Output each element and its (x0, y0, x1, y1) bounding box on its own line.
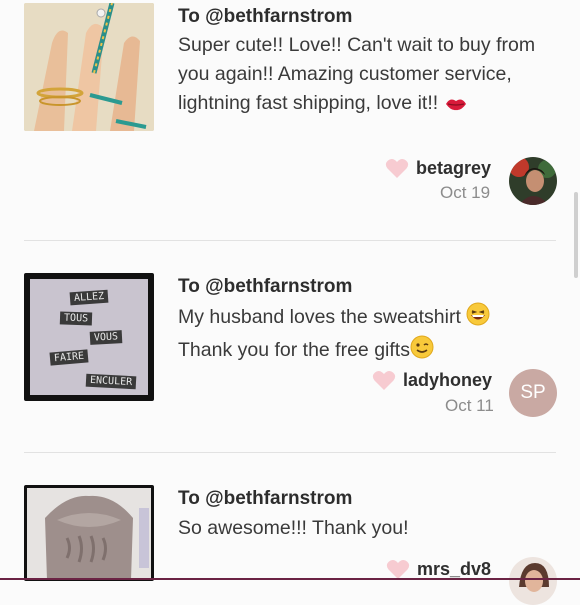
scrollbar[interactable] (574, 192, 578, 278)
review-text-line: Thank you for the free gifts (178, 339, 410, 361)
shirt-word: TOUS (59, 311, 93, 326)
review-text-line: My husband loves the sweatshirt (178, 306, 461, 328)
review-recipient[interactable]: To @bethfarnstrom (178, 276, 352, 298)
shirt-word: ALLEZ (69, 289, 109, 306)
like-heart-icon[interactable] (372, 369, 396, 391)
review-text: So awesome!!! Thank you! (178, 514, 563, 543)
shirt-word: FAIRE (49, 349, 89, 366)
avatar[interactable]: SP (509, 369, 557, 417)
shirt-word: ENCULER (85, 373, 137, 390)
review-date: Oct 19 (440, 183, 491, 202)
avatar[interactable] (509, 557, 557, 605)
review-thumbnail[interactable] (24, 3, 154, 131)
grinning-face-icon (466, 302, 490, 335)
review-thumbnail[interactable]: ALLEZ TOUS VOUS FAIRE ENCULER (24, 273, 154, 401)
reviewer-username[interactable]: betagrey (416, 158, 491, 179)
user-photo-icon (509, 157, 557, 205)
rings-on-hand-photo-icon (24, 3, 154, 131)
avatar-initials: SP (520, 382, 546, 403)
like-heart-icon[interactable] (385, 157, 409, 179)
sweatshirt-photo: ALLEZ TOUS VOUS FAIRE ENCULER (30, 279, 148, 395)
review-item: ALLEZ TOUS VOUS FAIRE ENCULER To @bethfa… (0, 241, 580, 452)
review-recipient[interactable]: To @bethfarnstrom (178, 6, 352, 28)
reviewer-username[interactable]: mrs_dv8 (417, 559, 491, 580)
shirt-word: VOUS (89, 330, 123, 345)
like-heart-icon[interactable] (386, 558, 410, 580)
review-item: To @bethfarnstrom Super cute!! Love!! Ca… (0, 0, 580, 240)
review-thumbnail[interactable] (24, 485, 154, 581)
review-item: To @bethfarnstrom So awesome!!! Thank yo… (0, 453, 580, 605)
review-recipient[interactable]: To @bethfarnstrom (178, 488, 352, 510)
avatar[interactable] (509, 157, 557, 205)
review-text-content: Super cute!! Love!! Can't wait to buy fr… (178, 34, 536, 114)
review-text: My husband loves the sweatshirt Thank yo… (178, 302, 563, 368)
review-date: Oct 11 (445, 396, 494, 415)
review-text: Super cute!! Love!! Can't wait to buy fr… (178, 31, 563, 121)
reviewer-username[interactable]: ladyhoney (403, 370, 492, 391)
knit-sweater-photo-icon (27, 488, 151, 578)
winking-face-icon (410, 335, 434, 368)
kiss-lips-icon (444, 92, 468, 121)
user-photo-icon (509, 557, 557, 605)
review-text-content: So awesome!!! Thank you! (178, 517, 409, 539)
